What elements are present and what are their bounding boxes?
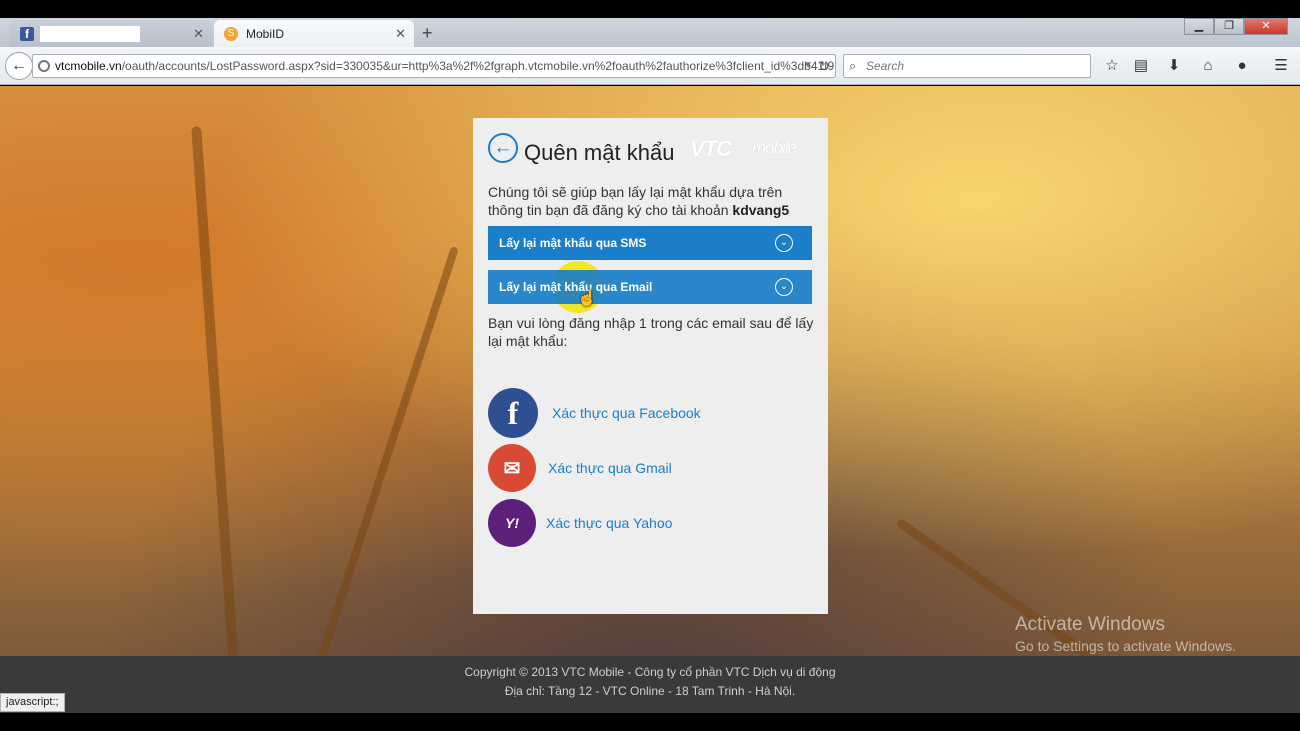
yahoo-auth-label[interactable]: Xác thực qua Yahoo	[546, 515, 672, 531]
mobiid-icon: S	[224, 26, 238, 41]
watermark-line1: Activate Windows	[1015, 614, 1165, 635]
hand-cursor-icon: ☝	[577, 290, 597, 307]
mail-icon: ✉	[488, 444, 536, 492]
tab-mobiid[interactable]: S MobiID ✕	[214, 20, 414, 47]
tab-title	[40, 25, 140, 42]
back-circle-button[interactable]: ←	[488, 133, 518, 163]
minimize-button[interactable]: ▁	[1184, 18, 1214, 35]
page-background: ← Quên mật khẩu VTC mobile for dufu Chún…	[0, 86, 1300, 656]
bookmarks-list-icon[interactable]: ▤	[1130, 55, 1152, 77]
recover-via-sms-button[interactable]: Lấy lại mật khẩu qua SMS ⌄	[488, 226, 812, 260]
watermark-line2: Go to Settings to activate Windows.	[1015, 638, 1236, 654]
url-bar[interactable]: vtcmobile.vn/oauth/accounts/LostPassword…	[32, 54, 836, 78]
url-domain: vtcmobile.vn	[55, 59, 122, 73]
copyright-text: Copyright © 2013 VTC Mobile - Công ty cổ…	[464, 665, 836, 679]
menu-icon[interactable]: ☰	[1270, 55, 1292, 77]
search-icon: ⌕	[849, 58, 857, 73]
option-label: Lấy lại mật khẩu qua SMS	[499, 236, 647, 250]
tab-bar: f ✕ S MobiID ✕ + ▁ ❐ ✕	[0, 18, 1300, 47]
globe-icon	[38, 60, 50, 72]
status-bar: javascript:;	[0, 693, 65, 712]
facebook-auth-label[interactable]: Xác thực qua Facebook	[552, 405, 701, 421]
address-text: Địa chỉ: Tầng 12 - VTC Online - 18 Tam T…	[504, 684, 796, 698]
forgot-password-card: ← Quên mật khẩu VTC mobile for dufu Chún…	[473, 118, 828, 614]
footer: Copyright © 2013 VTC Mobile - Công ty cổ…	[0, 656, 1300, 713]
logo-tag-text: for dufu	[774, 159, 798, 166]
restore-button[interactable]: ❐	[1214, 18, 1244, 35]
account-name: kdvang5	[732, 202, 790, 218]
wheat-stalk-decoration	[309, 246, 459, 656]
home-icon[interactable]: ⌂	[1197, 55, 1219, 77]
bookmark-star-icon[interactable]: ☆	[1101, 55, 1123, 77]
chevron-down-icon: ⌄	[775, 234, 793, 252]
close-icon[interactable]: ✕	[193, 26, 204, 42]
new-tab-button[interactable]: +	[422, 23, 433, 44]
navigation-bar: ← vtcmobile.vn/oauth/accounts/LostPasswo…	[0, 47, 1300, 85]
back-button[interactable]: ←	[5, 52, 33, 80]
recover-via-email-button[interactable]: Lấy lại mật khẩu qua Email ⌄	[488, 270, 812, 304]
url-path: /oauth/accounts/LostPassword.aspx?sid=33…	[121, 59, 835, 73]
close-icon[interactable]: ✕	[395, 26, 406, 42]
option-label: Lấy lại mật khẩu qua Email	[499, 280, 653, 294]
arrow-left-icon: ←	[493, 137, 513, 158]
facebook-auth-link[interactable]: f Xác thực qua Facebook	[488, 388, 701, 438]
chevron-down-icon: ⌄	[775, 278, 793, 296]
login-note: Bạn vui lòng đăng nhập 1 trong các email…	[488, 315, 814, 349]
arrow-left-icon: ←	[11, 57, 27, 74]
download-icon[interactable]: ⬇	[1163, 55, 1185, 77]
search-input[interactable]: ⌕ Search	[843, 54, 1091, 78]
yahoo-auth-link[interactable]: Y! Xác thực qua Yahoo	[488, 498, 672, 548]
window-controls: ▁ ❐ ✕	[1184, 18, 1288, 35]
activate-windows-watermark: Activate Windows Go to Settings to activ…	[1015, 614, 1236, 654]
intro-text: Chúng tôi sẽ giúp bạn lấy lại mật khẩu d…	[488, 183, 818, 219]
page-title: Quên mật khẩu	[524, 140, 675, 165]
tab-title: MobiID	[246, 26, 285, 41]
gmail-auth-link[interactable]: ✉ Xác thực qua Gmail	[488, 443, 672, 493]
facebook-icon: f	[488, 388, 538, 438]
logo-sub-text: mobile	[752, 138, 797, 157]
dropdown-icon[interactable]: ▼	[803, 55, 813, 77]
facebook-icon: f	[20, 26, 34, 41]
wheat-stalk-decoration	[191, 126, 239, 656]
gmail-auth-label[interactable]: Xác thực qua Gmail	[548, 460, 672, 476]
chat-icon[interactable]: ●	[1231, 55, 1253, 77]
tab-facebook[interactable]: f ✕	[10, 20, 212, 47]
yahoo-icon: Y!	[488, 499, 536, 547]
logo-main-text: VTC	[690, 136, 732, 161]
search-placeholder: Search	[866, 59, 905, 73]
close-window-button[interactable]: ✕	[1244, 18, 1288, 35]
reload-icon[interactable]: ↻	[818, 55, 830, 77]
screen: f ✕ S MobiID ✕ + ▁ ❐ ✕ ← vtcmobile.vn/oa…	[0, 0, 1300, 731]
vtc-mobile-logo: VTC mobile for dufu	[690, 136, 810, 172]
